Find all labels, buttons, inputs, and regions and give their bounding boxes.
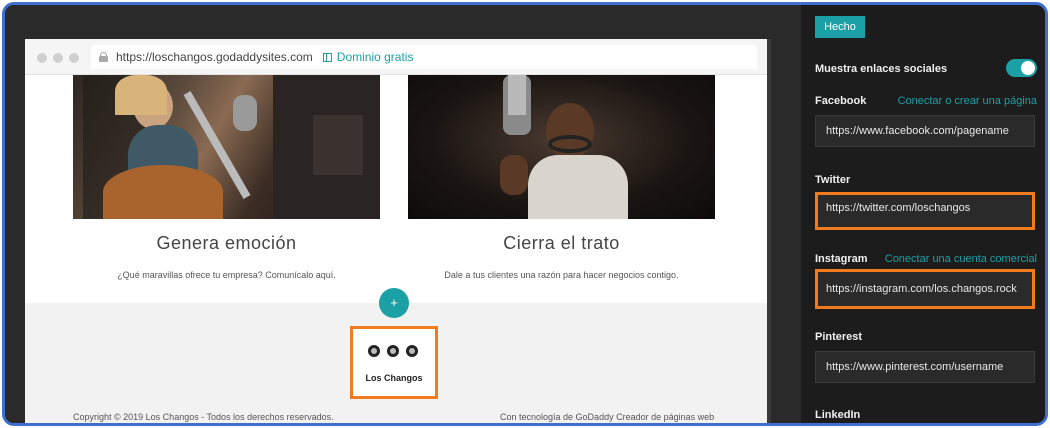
scrollbar[interactable] [767,39,771,423]
card-title: Genera emoción [156,233,297,253]
facebook-url-field[interactable]: https://www.facebook.com/pagename [815,115,1035,147]
site-preview: https://loschangos.godaddysites.com Domi… [25,39,767,423]
instagram-label: Instagram [815,253,868,265]
window-dot [37,53,47,63]
free-domain-label: Dominio gratis [336,50,414,64]
editor-canvas: https://loschangos.godaddysites.com Domi… [5,5,801,423]
toggle-knob [1021,61,1035,75]
pinterest-label: Pinterest [815,331,863,343]
card-description: Dale a tus clientes una razón para hacer… [444,270,679,280]
facebook-connect-link[interactable]: Conectar o crear una página [898,95,1037,107]
show-social-label: Muestra enlaces sociales [815,63,948,75]
site-url: https://loschangos.godaddysites.com [116,50,313,64]
twitter-url-field[interactable]: https://twitter.com/loschangos [815,192,1035,230]
card-image-singer [73,75,380,219]
card-description: ¿Qué maravillas ofrece tu empresa? Comun… [117,270,336,280]
card-title: Cierra el trato [503,233,620,253]
twitter-label: Twitter [815,174,851,186]
social-settings-panel: Hecho Muestra enlaces sociales Facebook … [801,5,1045,423]
show-social-toggle[interactable] [1006,59,1037,77]
window-dot [69,53,79,63]
youtube-icon[interactable] [406,345,418,357]
social-links-block[interactable]: Los Changos [350,326,438,399]
instagram-url-field[interactable]: https://instagram.com/los.changos.rock [815,269,1035,309]
instagram-connect-link[interactable]: Conectar una cuenta comercial [885,253,1037,265]
free-domain-link[interactable]: Dominio gratis [322,50,414,64]
facebook-label: Facebook [815,95,867,107]
window-dots [37,53,79,63]
add-section-button[interactable]: + [379,288,409,318]
lock-icon [99,52,108,62]
address-bar[interactable]: https://loschangos.godaddysites.com Domi… [91,45,757,69]
done-button[interactable]: Hecho [815,16,865,38]
instagram-icon[interactable] [387,345,399,357]
twitter-icon[interactable] [368,345,380,357]
app-frame: https://loschangos.godaddysites.com Domi… [2,2,1048,426]
social-icons [368,345,418,357]
gift-icon [322,52,332,62]
window-dot [53,53,63,63]
pinterest-url-field[interactable]: https://www.pinterest.com/username [815,351,1035,383]
linkedin-label: LinkedIn [815,409,861,421]
card-image-vocalist [408,75,715,219]
powered-by-text: Con tecnología de GoDaddy Creador de pág… [500,412,715,422]
copyright-text: Copyright © 2019 Los Changos - Todos los… [73,412,334,422]
browser-bar: https://loschangos.godaddysites.com Domi… [25,39,767,75]
site-name: Los Changos [365,373,423,383]
